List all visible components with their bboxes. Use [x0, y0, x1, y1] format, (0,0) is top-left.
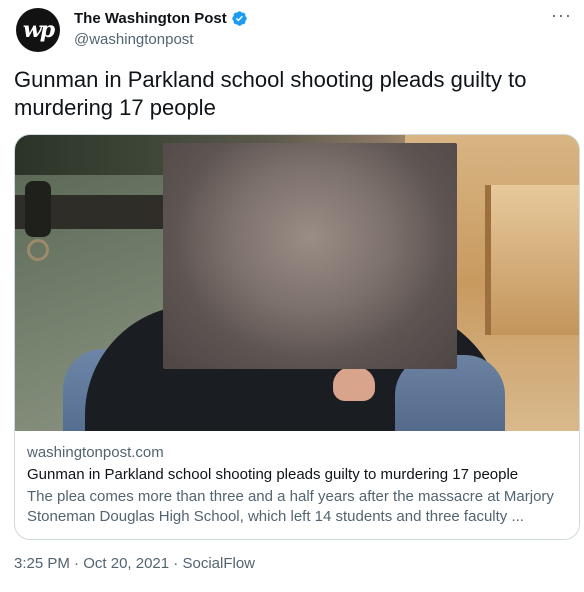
tweet-date[interactable]: Oct 20, 2021: [83, 555, 169, 572]
card-description: The plea comes more than three and a hal…: [27, 488, 554, 525]
card-domain: washingtonpost.com: [27, 444, 164, 461]
meta-separator: ·: [69, 555, 84, 572]
background-panel: [485, 185, 579, 335]
card-image[interactable]: [15, 135, 579, 431]
more-options-icon[interactable]: ···: [551, 6, 572, 24]
officer-key-ring: [27, 239, 49, 261]
person-hand: [333, 367, 375, 401]
avatar[interactable]: wp: [16, 8, 60, 52]
author-block: The Washington Post @washingtonpost: [74, 8, 248, 48]
officer-holster: [25, 181, 51, 237]
card-title: Gunman in Parkland school shooting plead…: [27, 466, 519, 483]
name-row: The Washington Post: [74, 8, 248, 28]
tweet-source[interactable]: SocialFlow: [182, 555, 255, 572]
verified-badge-icon: [232, 10, 247, 26]
tweet-meta: 3:25 PM · Oct 20, 2021 · SocialFlow: [14, 554, 255, 574]
tweet-text: Gunman in Parkland school shooting plead…: [14, 67, 527, 120]
washington-post-logo: wp: [22, 17, 55, 43]
tweet[interactable]: wp The Washington Post @washingtonpost ·…: [0, 0, 584, 592]
card-body[interactable]: washingtonpost.com Gunman in Parkland sc…: [15, 431, 579, 527]
meta-separator: ·: [169, 555, 183, 572]
tweet-time[interactable]: 3:25 PM: [14, 555, 70, 572]
display-name[interactable]: The Washington Post: [74, 10, 227, 27]
blurred-face-region: [163, 143, 457, 369]
link-preview-card[interactable]: washingtonpost.com Gunman in Parkland sc…: [14, 134, 580, 540]
tweet-header: wp The Washington Post @washingtonpost ·…: [16, 6, 576, 52]
handle[interactable]: @washingtonpost: [74, 31, 248, 48]
